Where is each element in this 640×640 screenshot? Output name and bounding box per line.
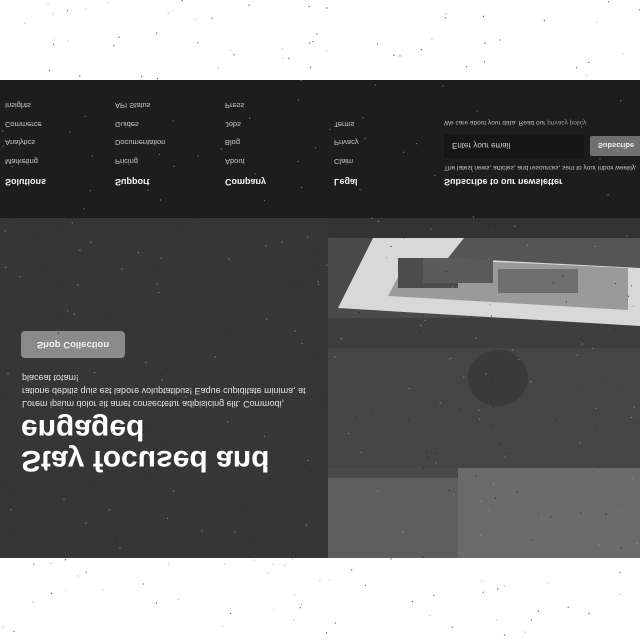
footer-link[interactable]: Commerce bbox=[5, 119, 115, 129]
hero-text-panel: Stay focused and engaged Lorem ipsum dol… bbox=[0, 218, 328, 558]
shop-collection-button[interactable]: Shop Collection bbox=[21, 331, 125, 358]
footer-link[interactable]: Insights bbox=[5, 101, 115, 111]
footer-link[interactable]: Jobs bbox=[225, 119, 335, 129]
email-input[interactable] bbox=[444, 134, 584, 158]
privacy-text: We care about your data. Read our bbox=[444, 119, 546, 126]
footer-link-list: Pricing Documentation Guides API Status bbox=[115, 101, 225, 167]
footer-link[interactable]: Claim bbox=[334, 156, 444, 166]
footer-column-title: Company bbox=[225, 177, 267, 187]
hero-title: Stay focused and engaged bbox=[21, 413, 270, 477]
footer-link[interactable]: API Status bbox=[115, 101, 225, 111]
footer-link-list: Claim Privacy Terms bbox=[334, 119, 444, 166]
photo-icon bbox=[328, 218, 640, 558]
newsletter-block: Subscribe to our newsletter The latest n… bbox=[444, 119, 640, 188]
newsletter-title: Subscribe to our newsletter bbox=[444, 177, 563, 187]
privacy-policy-link[interactable]: privacy policy bbox=[547, 119, 586, 126]
footer-link[interactable]: Pricing bbox=[115, 156, 225, 166]
hero-description: Lorem ipsum dolor sit amet consectetur a… bbox=[22, 373, 306, 409]
footer-link[interactable]: Documentation bbox=[115, 138, 225, 148]
newsletter-text: The latest news, articles, and resources… bbox=[444, 164, 637, 171]
footer-link[interactable]: About bbox=[225, 156, 335, 166]
footer-link[interactable]: Guides bbox=[115, 119, 225, 129]
footer-column-title: Support bbox=[115, 177, 150, 187]
footer-column-title: Solutions bbox=[5, 177, 46, 187]
privacy-note: We care about your data. Read our privac… bbox=[444, 119, 586, 126]
footer-link-list: About Blog Jobs Press bbox=[225, 101, 335, 167]
footer-link[interactable]: Privacy bbox=[334, 138, 444, 148]
footer-column-company: Company About Blog Jobs Press bbox=[225, 92, 335, 188]
site-footer: Solutions Marketing Analytics Commerce I… bbox=[0, 80, 640, 218]
page-flipped-view: Stay focused and engaged Lorem ipsum dol… bbox=[0, 0, 640, 640]
hero-image bbox=[328, 218, 640, 558]
footer-column-title: Legal bbox=[334, 177, 358, 187]
footer-link[interactable]: Blog bbox=[225, 138, 335, 148]
hero-section: Stay focused and engaged Lorem ipsum dol… bbox=[0, 218, 640, 558]
footer-column-solutions: Solutions Marketing Analytics Commerce I… bbox=[5, 92, 115, 188]
footer-link[interactable]: Marketing bbox=[5, 156, 115, 166]
footer-link-list: Marketing Analytics Commerce Insights bbox=[5, 101, 115, 167]
subscribe-button[interactable]: Subscribe bbox=[590, 136, 640, 156]
footer-link[interactable]: Press bbox=[225, 101, 335, 111]
footer-link[interactable]: Terms bbox=[334, 119, 444, 129]
footer-column-legal: Legal Claim Privacy Terms bbox=[334, 111, 444, 189]
footer-link[interactable]: Analytics bbox=[5, 138, 115, 148]
newsletter-form: Subscribe bbox=[444, 134, 640, 158]
footer-column-support: Support Pricing Documentation Guides API… bbox=[115, 92, 225, 188]
